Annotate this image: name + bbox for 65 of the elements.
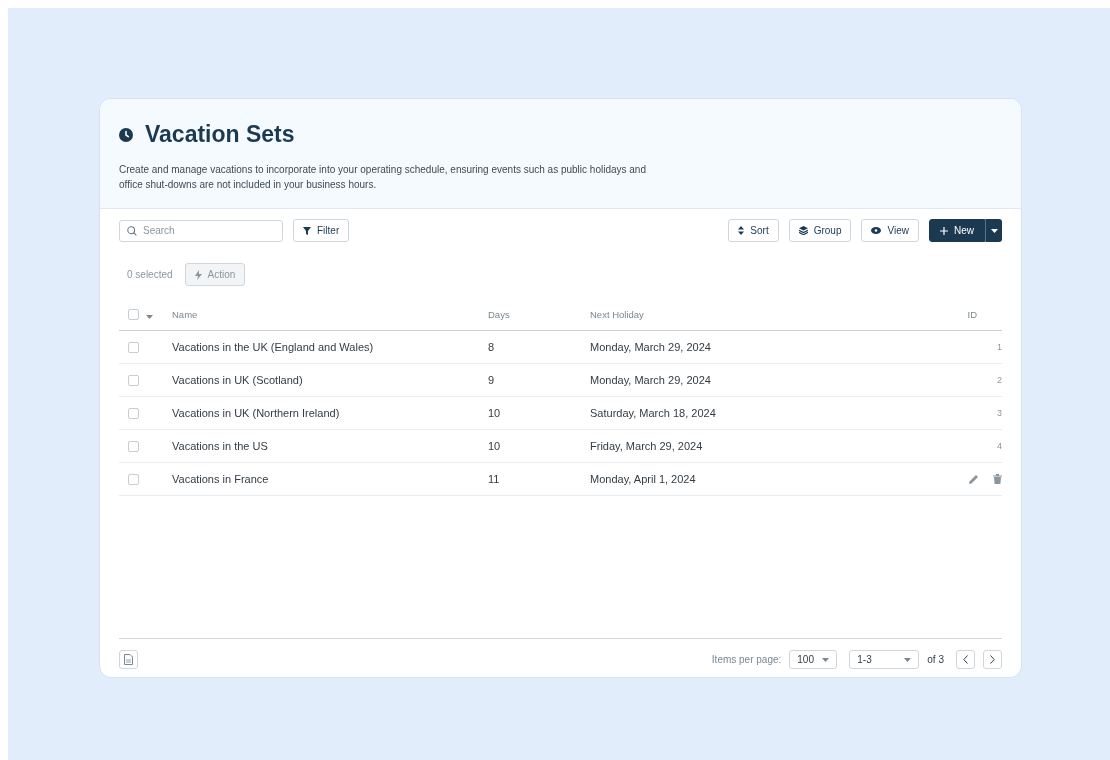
column-header[interactable]: Name — [172, 308, 488, 320]
column-header[interactable]: Next Holiday — [590, 308, 922, 320]
sort-button[interactable]: Sort — [728, 219, 779, 242]
caret-icon — [822, 657, 830, 662]
column-header[interactable]: Days — [488, 308, 590, 320]
export-button[interactable] — [119, 650, 138, 669]
table-cell-text: Monday, March 29, 2024 — [590, 374, 712, 386]
table-cell: 2 — [997, 375, 1002, 385]
trash-icon — [993, 474, 1002, 484]
filter-button[interactable]: Filter — [293, 219, 350, 242]
chevron-left-icon — [963, 655, 968, 664]
document-icon — [124, 654, 133, 665]
page-count: of 3 — [927, 654, 944, 665]
table-cell-text: Friday, March 29, 2024 — [590, 440, 704, 452]
select-all-checkbox[interactable] — [128, 308, 139, 320]
lightning-icon — [194, 269, 202, 280]
row-checkbox[interactable] — [128, 341, 139, 353]
edit-button[interactable] — [969, 474, 979, 484]
delete-button[interactable] — [993, 474, 1002, 484]
table-cell-text: 11 — [488, 473, 501, 485]
table-cell-text: Vacations in the US — [172, 440, 269, 452]
items-per-page-select[interactable]: 100 — [789, 650, 838, 669]
table-cell-text: Vacations in the UK (England and Wales) — [172, 341, 375, 353]
table-cell-text: 9 — [488, 374, 496, 386]
table-cell: 3 — [997, 408, 1002, 418]
page-title: Vacation Sets — [145, 121, 295, 148]
table-cell-text: 10 — [488, 440, 502, 452]
funnel-icon — [303, 226, 311, 235]
table-cell-text: Vacations in UK (Northern Ireland) — [172, 407, 341, 419]
table-cell-text: Saturday, March 18, 2024 — [590, 407, 717, 419]
previous-page-button[interactable] — [956, 650, 975, 669]
page-range-select[interactable]: 1-3 — [849, 650, 920, 669]
table-cell-text: Vacations in UK (Scotland) — [172, 374, 304, 386]
row-checkbox[interactable] — [128, 374, 139, 386]
table-cell-text: 8 — [488, 341, 496, 353]
caret-icon — [904, 657, 912, 662]
new-button[interactable]: New — [929, 219, 985, 242]
items-per-page-label: Items per page: — [711, 654, 782, 665]
group-button[interactable]: Group — [788, 219, 852, 242]
column-header[interactable]: ID — [967, 308, 977, 320]
sort-icon — [738, 226, 745, 235]
view-button[interactable]: View — [861, 219, 919, 242]
pencil-icon — [969, 474, 979, 484]
table-cell-text: Monday, April 1, 2024 — [590, 473, 697, 485]
table-cell-text: 10 — [488, 407, 502, 419]
caret-icon — [146, 315, 153, 319]
row-checkbox[interactable] — [128, 473, 139, 485]
plus-icon — [940, 226, 948, 235]
caret-icon — [990, 228, 998, 233]
next-page-button[interactable] — [983, 650, 1002, 669]
chevron-right-icon — [990, 655, 995, 664]
table-cell: 1 — [997, 342, 1002, 352]
search-field[interactable]: Search — [119, 219, 283, 242]
eye-icon — [871, 227, 882, 234]
selected-count: 0 selected — [127, 269, 173, 280]
page-description: Create and manage vacations to incorporate into your operating schedule, ensuring events such as public holidays and office shut-downs are not included in your business hours. — [119, 163, 647, 192]
table-cell-text: Monday, March 29, 2024 — [590, 341, 712, 353]
clock-icon — [119, 127, 133, 142]
table-cell-text: Vacations in France — [172, 473, 270, 485]
row-checkbox[interactable] — [128, 440, 139, 452]
new-menu-button[interactable] — [985, 219, 1002, 242]
table-cell: 4 — [997, 441, 1002, 451]
layers-icon — [798, 226, 808, 235]
row-checkbox[interactable] — [128, 407, 139, 419]
search-icon — [127, 225, 137, 236]
